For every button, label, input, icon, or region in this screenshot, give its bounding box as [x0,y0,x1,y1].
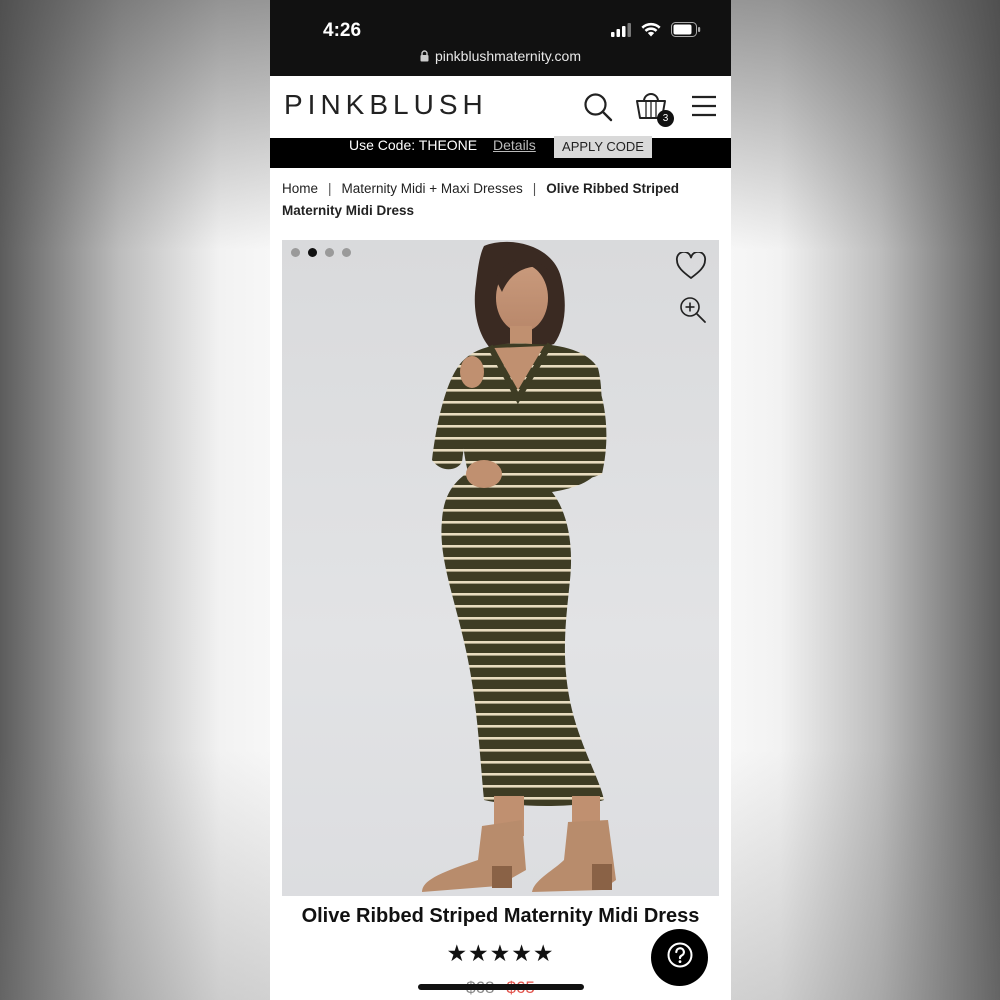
site-header: PINKBLUSH 3 [270,76,731,138]
wishlist-heart-icon[interactable] [675,250,707,285]
product-image-gallery[interactable] [282,240,719,896]
gallery-dot[interactable] [342,248,351,257]
status-icons [611,22,701,42]
promo-details-link[interactable]: Details [493,138,536,152]
signal-icon [611,22,631,42]
cart-count-badge: 3 [657,110,674,127]
promo-bar: Use Code: THEONE Details APPLY CODE [270,136,731,168]
url-text: pinkblushmaternity.com [434,48,582,64]
zoom-in-icon[interactable] [679,296,707,329]
breadcrumb-separator: | [532,181,537,196]
question-icon [667,942,693,973]
status-bar: 4:26 pinkblushmaternity.com [270,0,731,76]
phone-screen: 4:26 pinkblushmaternity.com PINKBLUSH 3 … [270,0,731,1000]
status-time: 4:26 [323,20,362,41]
breadcrumb: Home | Maternity Midi + Maxi Dresses | Olive… [282,178,712,222]
gallery-dots [291,248,351,257]
gallery-dot[interactable] [291,248,300,257]
help-button[interactable] [651,929,708,986]
gallery-dot[interactable] [325,248,334,257]
breadcrumb-category[interactable]: Maternity Midi + Maxi Dresses [342,181,523,196]
search-icon[interactable] [583,92,613,127]
promo-code-text: Use Code: THEONE [349,137,478,153]
menu-icon[interactable] [691,95,717,122]
url-bar[interactable]: pinkblushmaternity.com [270,48,731,65]
breadcrumb-home[interactable]: Home [282,181,318,196]
product-photo [422,241,616,892]
home-indicator[interactable] [418,984,584,990]
gallery-dot-active[interactable] [308,248,317,257]
brand-logo[interactable]: PINKBLUSH [284,89,488,121]
lock-icon [420,49,429,65]
breadcrumb-separator: | [328,181,332,196]
wifi-icon [641,22,661,42]
battery-icon [671,22,701,42]
apply-code-button[interactable]: APPLY CODE [554,136,652,158]
product-title: Olive Ribbed Striped Maternity Midi Dres… [301,905,700,927]
